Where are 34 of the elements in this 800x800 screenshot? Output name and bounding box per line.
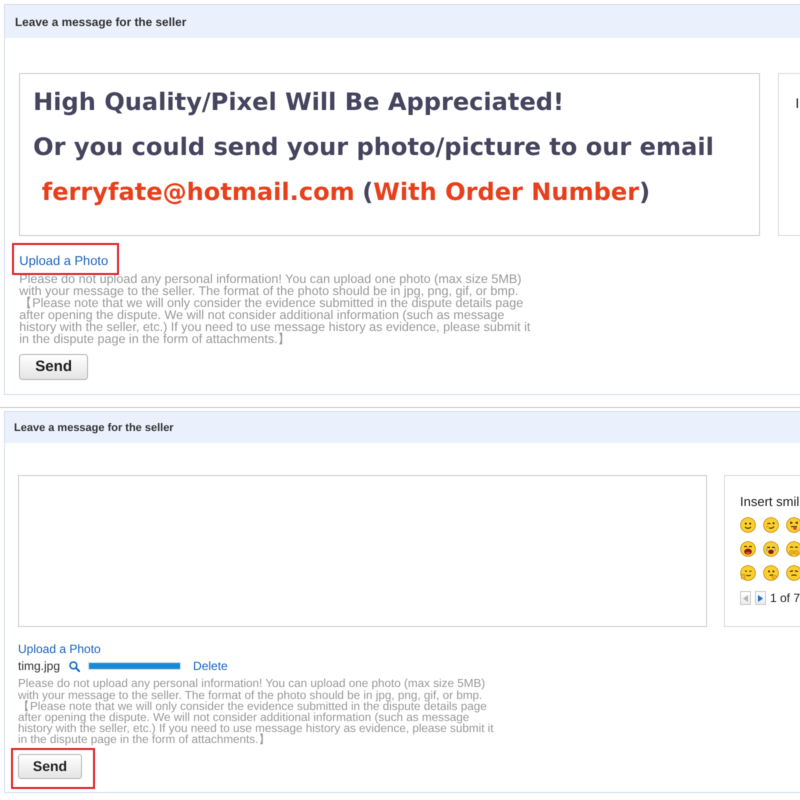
next-page-button[interactable] [754, 591, 766, 606]
message-field[interactable]: High Quality/Pixel Will Be Appreciated! Or you could send your photo/picture to our email ferryfate@hotmail.com (With Order Number) [19, 72, 760, 236]
laughing-face-icon[interactable] [740, 541, 756, 558]
smiling-face-with-hand-icon[interactable] [740, 565, 756, 582]
tongue-out-face-icon[interactable] [786, 517, 800, 534]
crying-face-icon[interactable] [763, 541, 779, 558]
smiling-face-icon[interactable] [740, 517, 756, 534]
smiley-panel-title: I [795, 94, 800, 112]
email-address: ferryfate@hotmail.com [42, 178, 355, 206]
message-line: Or you could send your photo/picture to our email [33, 132, 714, 161]
unamused-face-icon[interactable] [786, 565, 800, 582]
upload-notice: Please do not upload any personal information! You can upload one photo (max size 5MB) with your message to the seller. The format of the photo should be in jpg, png, gif, or bmp. 【Please note that we will only consider the evidence submitted in the dispute details page after opening the dispute. We will not consider additional information (such as message history with the seller, etc.) If you need to use message history as evidence, please submit it in the dispute page in the form of attachments.】 [19, 272, 532, 345]
thinking-face-icon[interactable] [763, 565, 779, 582]
upload-notice: Please do not upload any personal information! You can upload one photo (max size 5MB) with your message to the seller. The format of the photo should be in jpg, png, gif, or bmp. 【Please note that we will only consider the evidence submitted in the dispute details page after opening the dispute. We will not consider additional information (such as message history with the seller, etc.) If you need to use message history as evidence, please submit it in the dispute page in the form of attachments.】 [18, 678, 495, 746]
left-triangle-icon [742, 594, 748, 602]
right-triangle-icon [758, 594, 763, 602]
panel-title: Leave a message for the seller [14, 14, 186, 29]
delete-link[interactable]: Delete [193, 659, 228, 674]
send-button[interactable]: Send [18, 754, 82, 779]
parenthesis-text: ( [362, 178, 374, 206]
winking-face-icon[interactable] [763, 517, 779, 534]
smiley-panel-title: Insert smil [740, 494, 800, 510]
panel-title: Leave a message for the seller [14, 422, 174, 434]
search-icon[interactable] [69, 660, 80, 672]
message-field[interactable] [18, 475, 707, 628]
upload-photo-link[interactable]: Upload a Photo [19, 253, 108, 268]
page-indicator: 1 of 7 [770, 591, 800, 606]
message-line: High Quality/Pixel Will Be Appreciated! [33, 88, 564, 116]
upload-photo-link[interactable]: Upload a Photo [18, 642, 101, 656]
order-number-note: With Order Number [373, 178, 640, 206]
face-with-hands-icon[interactable] [786, 541, 800, 558]
parenthesis-text: ) [639, 178, 650, 206]
send-button[interactable]: Send [19, 354, 88, 380]
file-name: timg.jpg [18, 659, 60, 674]
